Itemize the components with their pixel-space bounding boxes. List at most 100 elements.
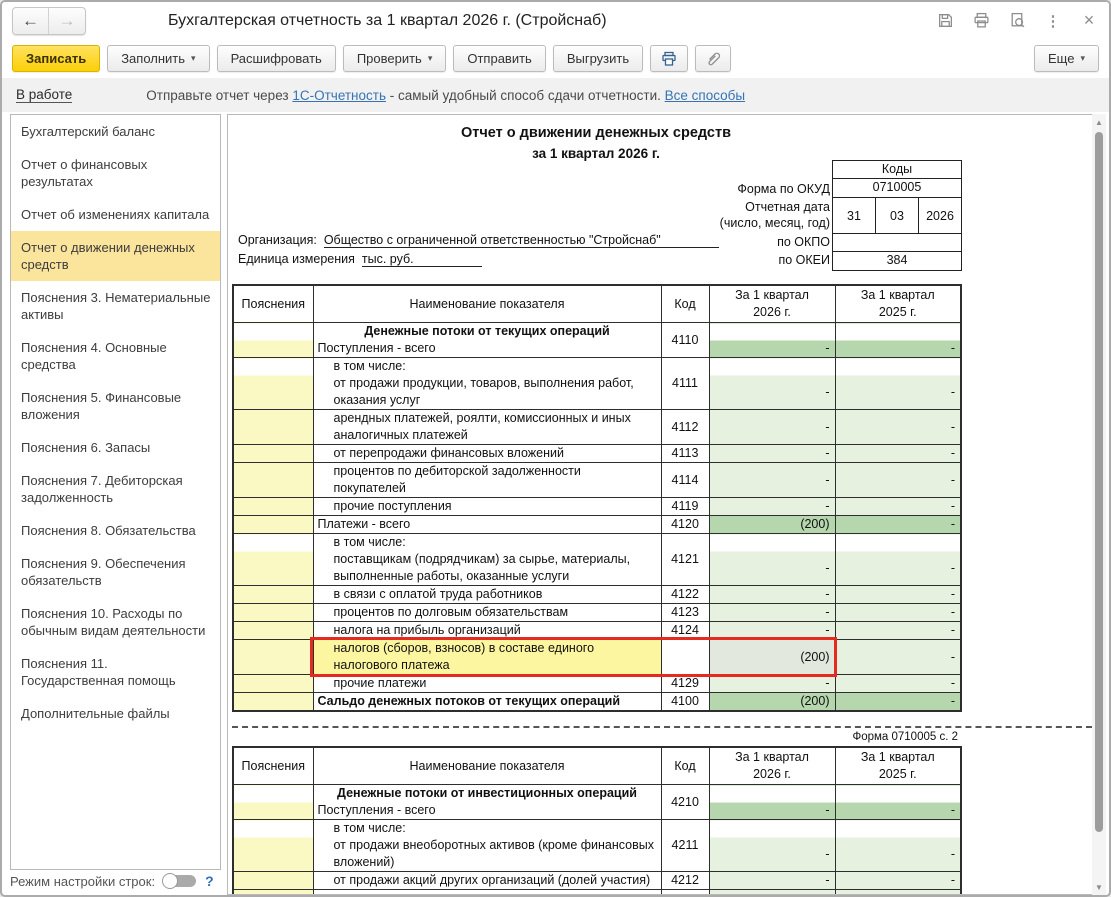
- sidebar-item[interactable]: Пояснения 4. Основные средства: [11, 331, 220, 381]
- rows-setup-toggle[interactable]: [162, 873, 198, 889]
- print-icon[interactable]: [971, 11, 991, 31]
- value-cell-2026[interactable]: -: [709, 820, 835, 872]
- value-cell-2025[interactable]: -: [835, 890, 961, 896]
- value-cell-2025[interactable]: -: [835, 358, 961, 410]
- value-cell-2026[interactable]: -: [709, 890, 835, 896]
- explanation-cell[interactable]: [233, 498, 313, 516]
- explanation-cell[interactable]: [233, 586, 313, 604]
- sidebar-item[interactable]: Пояснения 5. Финансовые вложения: [11, 381, 220, 431]
- value-cell-2025[interactable]: -: [835, 622, 961, 640]
- code-cell: 4112: [661, 410, 709, 445]
- value-cell-2025[interactable]: -: [835, 872, 961, 890]
- explanation-cell[interactable]: [233, 516, 313, 534]
- value-cell-2026[interactable]: -: [709, 498, 835, 516]
- send-button[interactable]: Отправить: [453, 45, 545, 72]
- value-cell-2025[interactable]: -: [835, 820, 961, 872]
- value-cell-2026[interactable]: -: [709, 534, 835, 586]
- column-header: За 1 квартал2026 г.: [709, 285, 835, 323]
- value-cell-2025[interactable]: -: [835, 586, 961, 604]
- scroll-down-arrow[interactable]: ▼: [1092, 880, 1106, 894]
- scrollbar-thumb[interactable]: [1095, 132, 1103, 832]
- explanation-cell[interactable]: [233, 640, 313, 675]
- sidebar-item[interactable]: Пояснения 3. Нематериальные активы: [11, 281, 220, 331]
- explanation-cell[interactable]: [233, 604, 313, 622]
- preview-icon[interactable]: [1007, 11, 1027, 31]
- explanation-cell[interactable]: [233, 785, 313, 820]
- value-cell-2025[interactable]: -: [835, 785, 961, 820]
- help-icon[interactable]: ?: [205, 873, 214, 889]
- value-cell-2026[interactable]: -: [709, 675, 835, 693]
- explanation-cell[interactable]: [233, 358, 313, 410]
- column-header: За 1 квартал2026 г.: [709, 747, 835, 785]
- value-cell-2026[interactable]: -: [709, 872, 835, 890]
- explanation-cell[interactable]: [233, 622, 313, 640]
- code-cell: 4113: [661, 445, 709, 463]
- value-cell-2026[interactable]: (200): [709, 640, 835, 675]
- value-cell-2026[interactable]: (200): [709, 693, 835, 712]
- 1c-reporting-link[interactable]: 1С-Отчетность: [292, 88, 386, 103]
- back-button[interactable]: ←: [13, 8, 49, 34]
- print-button[interactable]: [650, 45, 688, 72]
- explanation-cell[interactable]: [233, 323, 313, 358]
- value-cell-2026[interactable]: -: [709, 445, 835, 463]
- explanation-cell[interactable]: [233, 872, 313, 890]
- value-cell-2026[interactable]: -: [709, 323, 835, 358]
- scroll-up-arrow[interactable]: ▲: [1092, 115, 1106, 129]
- forward-button[interactable]: →: [49, 8, 85, 34]
- value-cell-2026[interactable]: -: [709, 586, 835, 604]
- export-button[interactable]: Выгрузить: [553, 45, 643, 72]
- fill-button[interactable]: Заполнить▾: [107, 45, 209, 72]
- value-cell-2025[interactable]: -: [835, 323, 961, 358]
- value-cell-2025[interactable]: -: [835, 498, 961, 516]
- value-cell-2025[interactable]: -: [835, 463, 961, 498]
- sidebar-item[interactable]: Пояснения 9. Обеспечения обязательств: [11, 547, 220, 597]
- explanation-cell[interactable]: [233, 693, 313, 712]
- value-cell-2025[interactable]: -: [835, 675, 961, 693]
- value-cell-2025[interactable]: -: [835, 410, 961, 445]
- value-cell-2025[interactable]: -: [835, 516, 961, 534]
- sidebar-item[interactable]: Дополнительные файлы: [11, 697, 220, 730]
- sidebar-item[interactable]: Пояснения 8. Обязательства: [11, 514, 220, 547]
- check-button[interactable]: Проверить▾: [343, 45, 447, 72]
- value-cell-2025[interactable]: -: [835, 693, 961, 712]
- value-cell-2026[interactable]: -: [709, 622, 835, 640]
- value-cell-2026[interactable]: -: [709, 785, 835, 820]
- value-cell-2026[interactable]: -: [709, 410, 835, 445]
- code-cell: [661, 640, 709, 675]
- explanation-cell[interactable]: [233, 890, 313, 896]
- attachment-button[interactable]: [695, 45, 731, 72]
- explanation-cell[interactable]: [233, 820, 313, 872]
- sidebar-item[interactable]: Отчет о движении денежных средств: [11, 231, 220, 281]
- save-button[interactable]: Записать: [12, 45, 100, 72]
- more-button[interactable]: Еще▾: [1034, 45, 1099, 72]
- explanation-cell[interactable]: [233, 445, 313, 463]
- value-cell-2026[interactable]: -: [709, 358, 835, 410]
- sidebar-item[interactable]: Отчет о финансовых результатах: [11, 148, 220, 198]
- indicator-name-cell: процентов по долговым обязательствам: [313, 604, 661, 622]
- sidebar-item[interactable]: Пояснения 7. Дебиторская задолженность: [11, 464, 220, 514]
- sidebar-item[interactable]: Пояснения 11. Государственная помощь: [11, 647, 220, 697]
- explanation-cell[interactable]: [233, 534, 313, 586]
- save-icon[interactable]: [935, 11, 955, 31]
- sidebar-item[interactable]: Отчет об изменениях капитала: [11, 198, 220, 231]
- sidebar-item[interactable]: Бухгалтерский баланс: [11, 115, 220, 148]
- value-cell-2026[interactable]: (200): [709, 516, 835, 534]
- kebab-menu-icon[interactable]: ⋮: [1043, 11, 1063, 31]
- value-cell-2025[interactable]: -: [835, 640, 961, 675]
- explanation-cell[interactable]: [233, 463, 313, 498]
- indicator-name-cell: процентов по дебиторской задолженности п…: [313, 463, 661, 498]
- sidebar-item[interactable]: Пояснения 6. Запасы: [11, 431, 220, 464]
- vertical-scrollbar[interactable]: ▲ ▼: [1092, 114, 1106, 895]
- explanation-cell[interactable]: [233, 675, 313, 693]
- sidebar-item[interactable]: Пояснения 10. Расходы по обычным видам д…: [11, 597, 220, 647]
- all-methods-link[interactable]: Все способы: [665, 88, 745, 103]
- value-cell-2025[interactable]: -: [835, 445, 961, 463]
- value-cell-2026[interactable]: -: [709, 463, 835, 498]
- close-icon[interactable]: ×: [1079, 11, 1099, 31]
- decrypt-button[interactable]: Расшифровать: [217, 45, 336, 72]
- value-cell-2025[interactable]: -: [835, 534, 961, 586]
- status-state-link[interactable]: В работе: [16, 87, 72, 103]
- value-cell-2026[interactable]: -: [709, 604, 835, 622]
- value-cell-2025[interactable]: -: [835, 604, 961, 622]
- explanation-cell[interactable]: [233, 410, 313, 445]
